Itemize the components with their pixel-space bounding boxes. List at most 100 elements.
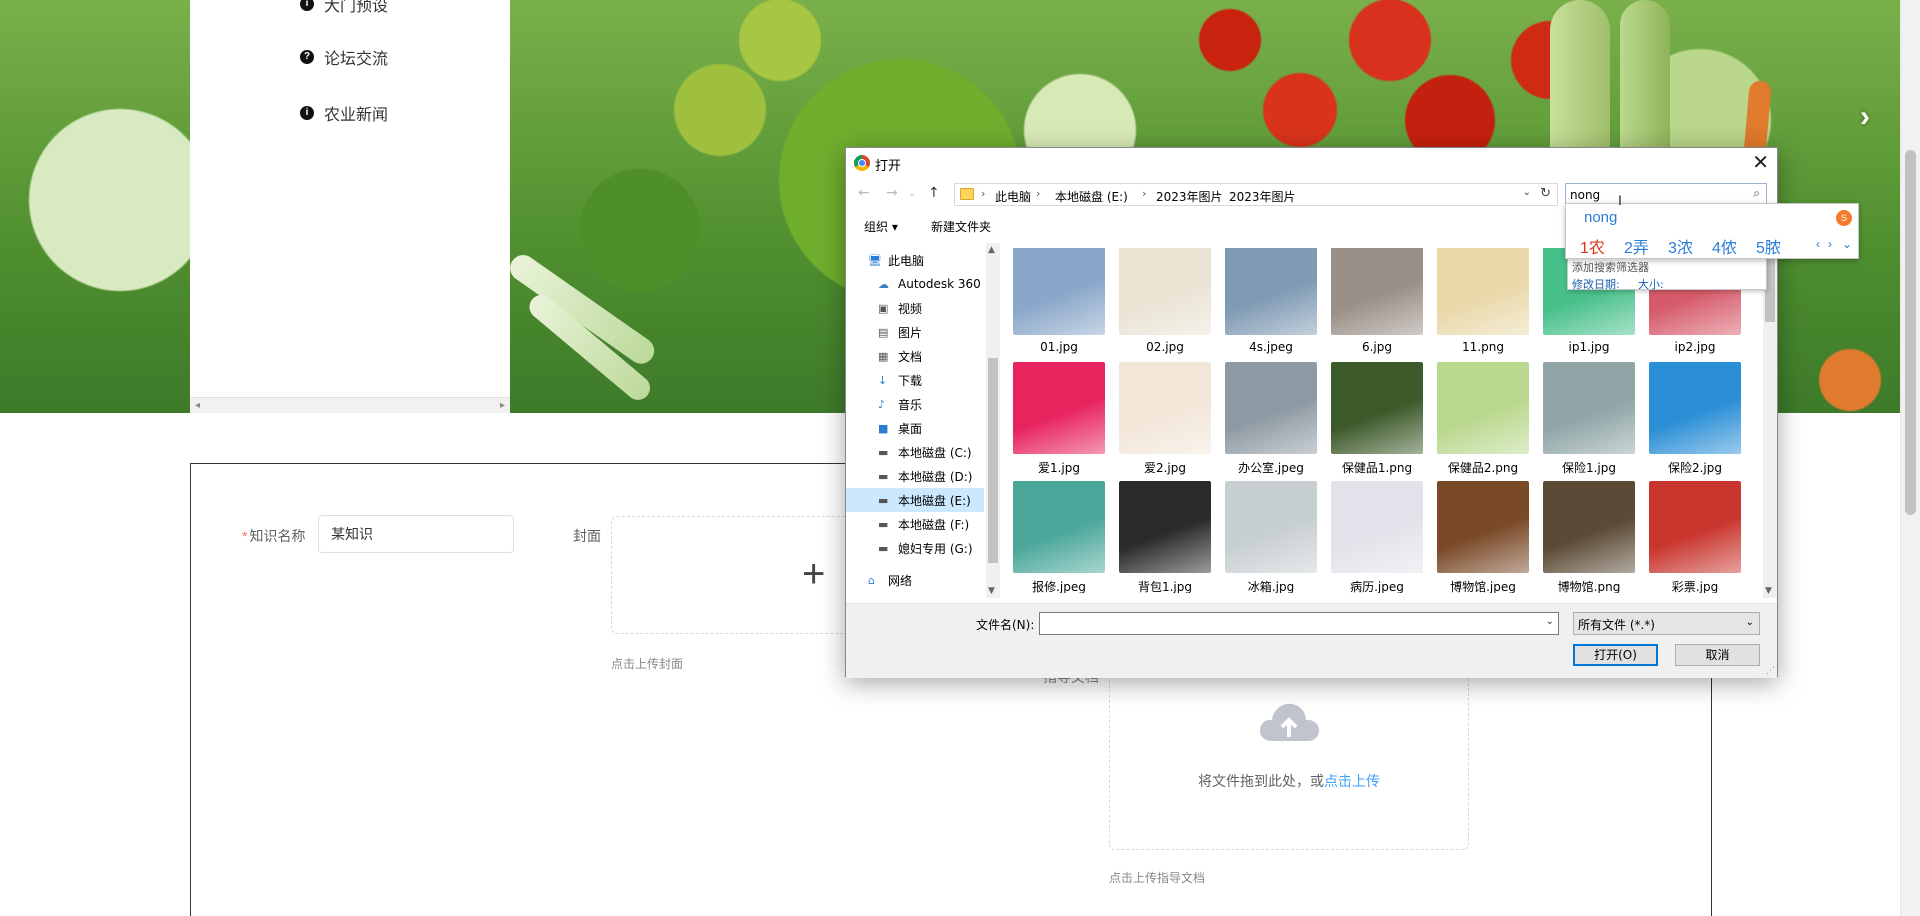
file-item[interactable]: 博物馆.jpeg	[1433, 481, 1533, 593]
search-icon[interactable]: ⌕	[1753, 186, 1760, 201]
nav-item[interactable]: ▬ 本地磁盘 (D:)	[846, 464, 984, 488]
file-item[interactable]: 6.jpg	[1327, 248, 1427, 361]
file-item[interactable]: 背包1.jpg	[1115, 481, 1215, 593]
ime-candidate[interactable]: 1农	[1580, 234, 1605, 258]
nav-item[interactable]: 🖥 此电脑	[846, 248, 984, 272]
open-button[interactable]: 打开(O)	[1573, 644, 1658, 666]
forward-arrow-icon[interactable]: →	[886, 185, 898, 201]
scroll-up-icon[interactable]: ▲	[988, 245, 995, 255]
breadcrumb-item[interactable]: 2023年图片	[1229, 188, 1296, 205]
scroll-down-icon[interactable]: ▼	[988, 586, 995, 596]
nav-scroll-thumb[interactable]	[988, 358, 998, 563]
breadcrumb-item[interactable]: 本地磁盘 (E:)	[1055, 188, 1128, 205]
side-menu-item[interactable]: i 大门预设	[300, 0, 388, 16]
file-item[interactable]: 02.jpg	[1115, 248, 1215, 361]
scroll-right-icon[interactable]: ▸	[500, 400, 505, 411]
nav-item[interactable]: ▬ 本地磁盘 (F:)	[846, 512, 984, 536]
resize-grip-icon[interactable]: ⋰	[1766, 666, 1775, 676]
info-icon: i	[300, 106, 314, 120]
nav-item[interactable]: ♪ 音乐	[846, 392, 984, 416]
scroll-left-icon[interactable]: ◂	[195, 400, 200, 411]
ime-candidate[interactable]: 5脓	[1756, 234, 1781, 258]
file-item[interactable]: 保健品2.png	[1433, 362, 1533, 480]
page-scroll-thumb[interactable]	[1905, 150, 1916, 515]
side-menu-hscrollbar[interactable]: ◂ ▸	[190, 397, 510, 413]
nav-item[interactable]: ⌂ 网络	[846, 568, 984, 592]
file-thumbnail	[1119, 248, 1211, 335]
nav-item-label: 视频	[898, 301, 923, 316]
file-item[interactable]: 爱2.jpg	[1115, 362, 1215, 480]
nav-item[interactable]: ▦ 文档	[846, 344, 984, 368]
computer-icon: 🖥	[868, 254, 882, 267]
side-menu-item-news[interactable]: i 农业新闻	[300, 101, 388, 125]
file-item[interactable]: 报修.jpeg	[1009, 481, 1109, 593]
file-item[interactable]: 彩票.jpg	[1645, 481, 1745, 593]
nav-item[interactable]: ↓ 下载	[846, 368, 984, 392]
file-item[interactable]: 博物馆.png	[1539, 481, 1639, 593]
nav-item[interactable]: ■ 桌面	[846, 416, 984, 440]
cloud-upload-icon	[1260, 703, 1320, 741]
scroll-down-icon[interactable]: ▼	[1765, 586, 1772, 596]
name-input[interactable]: 某知识	[318, 515, 514, 553]
ime-logo-icon: S	[1836, 210, 1852, 226]
file-grid-scrollbar[interactable]: ▲ ▼	[1763, 243, 1777, 598]
file-item[interactable]: 保健品1.png	[1327, 362, 1427, 480]
nav-pane-scrollbar[interactable]: ▲ ▼	[986, 243, 1000, 598]
dialog-titlebar[interactable]: 打开 ✕	[846, 148, 1777, 178]
file-thumbnail	[1331, 248, 1423, 335]
file-item[interactable]: 01.jpg	[1009, 248, 1109, 361]
cover-upload[interactable]: +	[611, 516, 851, 634]
up-arrow-icon[interactable]: ↑	[928, 185, 940, 201]
ime-candidate[interactable]: 4侬	[1712, 234, 1737, 258]
nav-item[interactable]: ▤ 图片	[846, 320, 984, 344]
cancel-button[interactable]: 取消	[1675, 644, 1760, 666]
recent-dropdown-icon[interactable]: ⌄	[908, 188, 916, 199]
file-item[interactable]: 11.png	[1433, 248, 1533, 361]
name-label: * 知识名称	[242, 528, 306, 544]
file-name: 彩票.jpg	[1671, 580, 1719, 593]
refresh-icon[interactable]: ↻	[1540, 186, 1551, 201]
file-item[interactable]: 冰箱.jpg	[1221, 481, 1321, 593]
ime-expand-icon[interactable]: ⌄	[1842, 237, 1852, 251]
ime-prev-page-icon[interactable]: ‹	[1816, 237, 1820, 251]
nav-item[interactable]: ▬ 本地磁盘 (E:)	[846, 488, 984, 512]
nav-item[interactable]: ▣ 视频	[846, 296, 984, 320]
file-item[interactable]: 保险1.jpg	[1539, 362, 1639, 480]
file-item[interactable]: 爱1.jpg	[1009, 362, 1109, 480]
file-thumbnail	[1543, 481, 1635, 573]
file-item[interactable]: 保险2.jpg	[1645, 362, 1745, 480]
carousel-next-icon[interactable]: ›	[1860, 100, 1870, 134]
ime-candidate[interactable]: 2弄	[1624, 234, 1649, 258]
nav-item[interactable]: ▬ 本地磁盘 (C:)	[846, 440, 984, 464]
doc-upload-dropzone[interactable]: 将文件拖到此处，或点击上传	[1109, 670, 1469, 850]
size-filter[interactable]: 大小:	[1638, 276, 1664, 292]
page-scrollbar[interactable]	[1900, 0, 1920, 916]
file-item[interactable]: 4s.jpeg	[1221, 248, 1321, 361]
file-name: 6.jpg	[1361, 340, 1393, 354]
back-arrow-icon[interactable]: ←	[858, 185, 870, 201]
ime-candidate[interactable]: 3浓	[1668, 234, 1693, 258]
filename-input[interactable]: ⌄	[1039, 612, 1559, 635]
side-menu-item-forum[interactable]: ? 论坛交流	[300, 45, 388, 69]
filetype-select[interactable]: 所有文件 (*.*) ⌄	[1573, 612, 1760, 635]
modified-date-filter[interactable]: 修改日期:	[1572, 276, 1620, 292]
nav-item[interactable]: ☁ Autodesk 360	[846, 272, 984, 296]
organize-button[interactable]: 组织 ▾	[864, 218, 898, 235]
file-item[interactable]: 办公室.jpeg	[1221, 362, 1321, 480]
doc-upload-link[interactable]: 点击上传	[1324, 773, 1380, 789]
ime-next-page-icon[interactable]: ›	[1828, 237, 1832, 251]
nav-item[interactable]: ▬ 媳妇专用 (G:)	[846, 536, 984, 560]
breadcrumb-item[interactable]: 2023年图片	[1156, 188, 1223, 205]
close-icon[interactable]: ✕	[1752, 150, 1769, 174]
breadcrumb-item[interactable]: 此电脑	[995, 188, 1031, 205]
address-bar[interactable]: › 此电脑 › 本地磁盘 (E:) › 2023年图片 › 2023年图片 ⌄ …	[954, 183, 1558, 206]
cover-label: 封面	[573, 528, 601, 544]
file-item[interactable]: 病历.jpeg	[1327, 481, 1427, 593]
new-folder-button[interactable]: 新建文件夹	[931, 218, 991, 235]
file-name: ip2.jpg	[1674, 340, 1716, 354]
info-icon: i	[300, 0, 314, 11]
nav-item-label: 图片	[898, 325, 923, 340]
folder-icon	[960, 188, 974, 200]
chevron-down-icon[interactable]: ⌄	[1546, 616, 1554, 627]
chevron-down-icon[interactable]: ⌄	[1523, 187, 1531, 198]
